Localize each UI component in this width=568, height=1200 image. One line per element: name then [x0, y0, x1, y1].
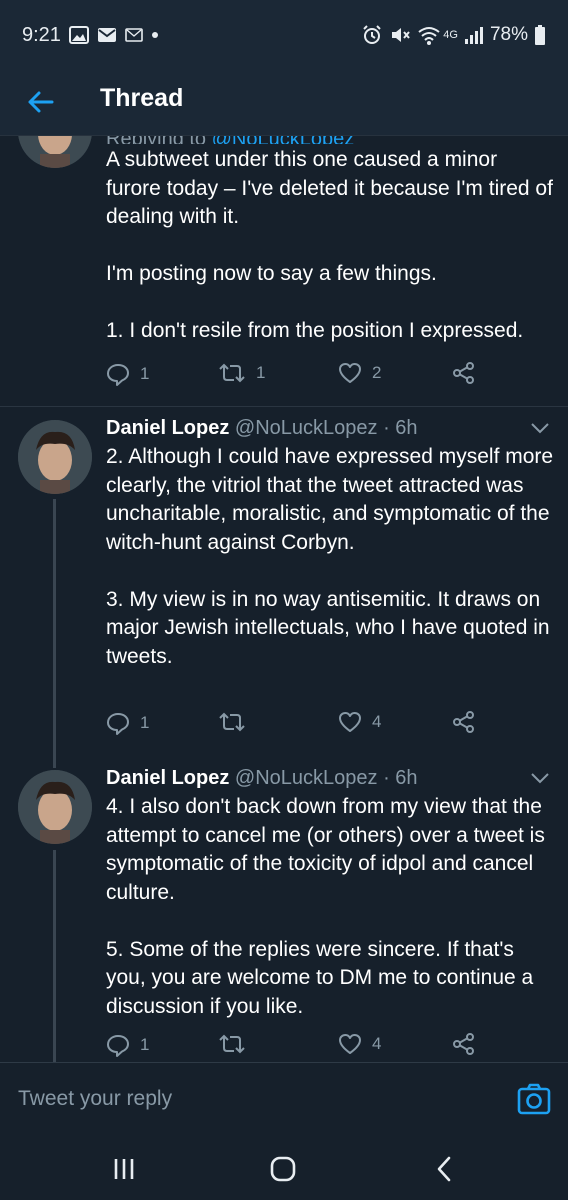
retweet-icon — [219, 363, 245, 383]
like-count: 2 — [372, 363, 382, 382]
like-button[interactable]: 4 — [338, 711, 381, 733]
reply-bar: Tweet your reply — [0, 1062, 568, 1140]
author-handle-time: @NoLuckLopez · 6h — [234, 417, 418, 439]
back-arrow-icon — [28, 91, 54, 113]
retweet-icon — [219, 712, 245, 732]
replying-handle-link[interactable]: @NoLuckLopez — [212, 136, 355, 144]
thread-connector — [53, 499, 56, 746]
gallery-icon — [68, 26, 89, 44]
reply-icon — [107, 713, 129, 735]
reply-count: 1 — [140, 1035, 150, 1054]
battery-percent: 78% — [489, 24, 528, 45]
tweet-actions: 1 4 — [106, 711, 556, 739]
recents-button[interactable] — [104, 1154, 144, 1184]
reply-button[interactable]: 1 — [106, 362, 149, 386]
thread-list[interactable]: Replying to @NoLuckLopez A subtweet unde… — [0, 136, 568, 1062]
alarm-icon — [363, 25, 381, 44]
tweet-text: A subtweet under this one caused a minor… — [106, 148, 553, 342]
tweet-actions: 1 4 — [106, 1033, 556, 1061]
retweet-button[interactable]: 1 — [218, 362, 265, 384]
tweet-header: Daniel Lopez @NoLuckLopez · 6h — [106, 765, 556, 791]
status-bar: 9:21 4G 78% — [0, 0, 568, 70]
reply-input[interactable]: Tweet your reply — [18, 1087, 172, 1111]
thread-connector — [53, 850, 56, 1062]
avatar[interactable] — [18, 420, 92, 494]
tweet-item[interactable]: Daniel Lopez @NoLuckLopez · 6h 4. I also… — [0, 746, 568, 1062]
battery-icon — [535, 25, 545, 45]
notification-dot-icon — [151, 32, 158, 38]
share-button[interactable] — [452, 362, 476, 384]
share-icon — [453, 711, 474, 733]
retweet-count: 1 — [256, 363, 266, 382]
tweet-text: 4. I also don't back down from my view t… — [106, 795, 545, 1018]
author-name[interactable]: Daniel Lopez — [106, 767, 229, 789]
replying-to: Replying to @NoLuckLopez — [106, 136, 556, 144]
back-button[interactable] — [22, 84, 58, 120]
tweet-actions: 1 1 2 — [106, 362, 556, 390]
reply-count: 1 — [140, 713, 150, 732]
wifi-icon — [418, 27, 440, 45]
nav-back-icon — [437, 1156, 451, 1182]
like-count: 4 — [372, 1034, 382, 1053]
reply-count: 1 — [140, 364, 150, 383]
author-name[interactable]: Daniel Lopez — [106, 417, 229, 439]
tweet-header: Daniel Lopez @NoLuckLopez · 6h — [106, 415, 556, 441]
status-time: 9:21 — [22, 23, 61, 46]
home-icon — [270, 1156, 296, 1182]
share-button[interactable] — [452, 711, 476, 733]
retweet-button[interactable] — [218, 1033, 246, 1055]
tweet-text: 2. Although I could have expressed mysel… — [106, 445, 554, 668]
like-count: 4 — [372, 712, 382, 731]
like-icon — [339, 1034, 361, 1054]
like-icon — [339, 712, 361, 732]
author-handle-time: @NoLuckLopez · 6h — [234, 767, 418, 789]
camera-icon[interactable] — [516, 1081, 552, 1117]
share-icon — [453, 1033, 474, 1055]
mail-icon — [97, 28, 116, 42]
chevron-down-icon[interactable] — [530, 421, 550, 435]
system-nav-bar — [0, 1140, 568, 1200]
share-icon — [453, 362, 474, 384]
page-title: Thread — [100, 84, 184, 112]
system-back-button[interactable] — [424, 1154, 464, 1184]
share-button[interactable] — [452, 1033, 476, 1055]
like-icon — [339, 363, 361, 383]
retweet-icon — [219, 1034, 245, 1054]
chevron-down-icon[interactable] — [530, 771, 550, 785]
avatar[interactable] — [18, 136, 92, 168]
tweet-item[interactable]: Replying to @NoLuckLopez A subtweet unde… — [0, 136, 568, 406]
tweet-item[interactable]: Daniel Lopez @NoLuckLopez · 6h 2. Althou… — [0, 407, 568, 746]
signal-icon — [464, 27, 483, 44]
home-button[interactable] — [263, 1154, 303, 1184]
recents-icon — [114, 1159, 134, 1179]
mute-icon — [392, 28, 411, 42]
thread-connector — [53, 746, 56, 768]
reply-icon — [107, 364, 129, 386]
reply-icon — [107, 1035, 129, 1057]
like-button[interactable]: 2 — [338, 362, 381, 384]
avatar[interactable] — [18, 770, 92, 844]
reply-button[interactable]: 1 — [106, 711, 149, 735]
app-header: Thread — [0, 70, 568, 136]
like-button[interactable]: 4 — [338, 1033, 381, 1055]
message-icon — [125, 28, 143, 42]
retweet-button[interactable] — [218, 711, 246, 733]
reply-button[interactable]: 1 — [106, 1033, 149, 1057]
network-label: 4G — [443, 29, 458, 41]
